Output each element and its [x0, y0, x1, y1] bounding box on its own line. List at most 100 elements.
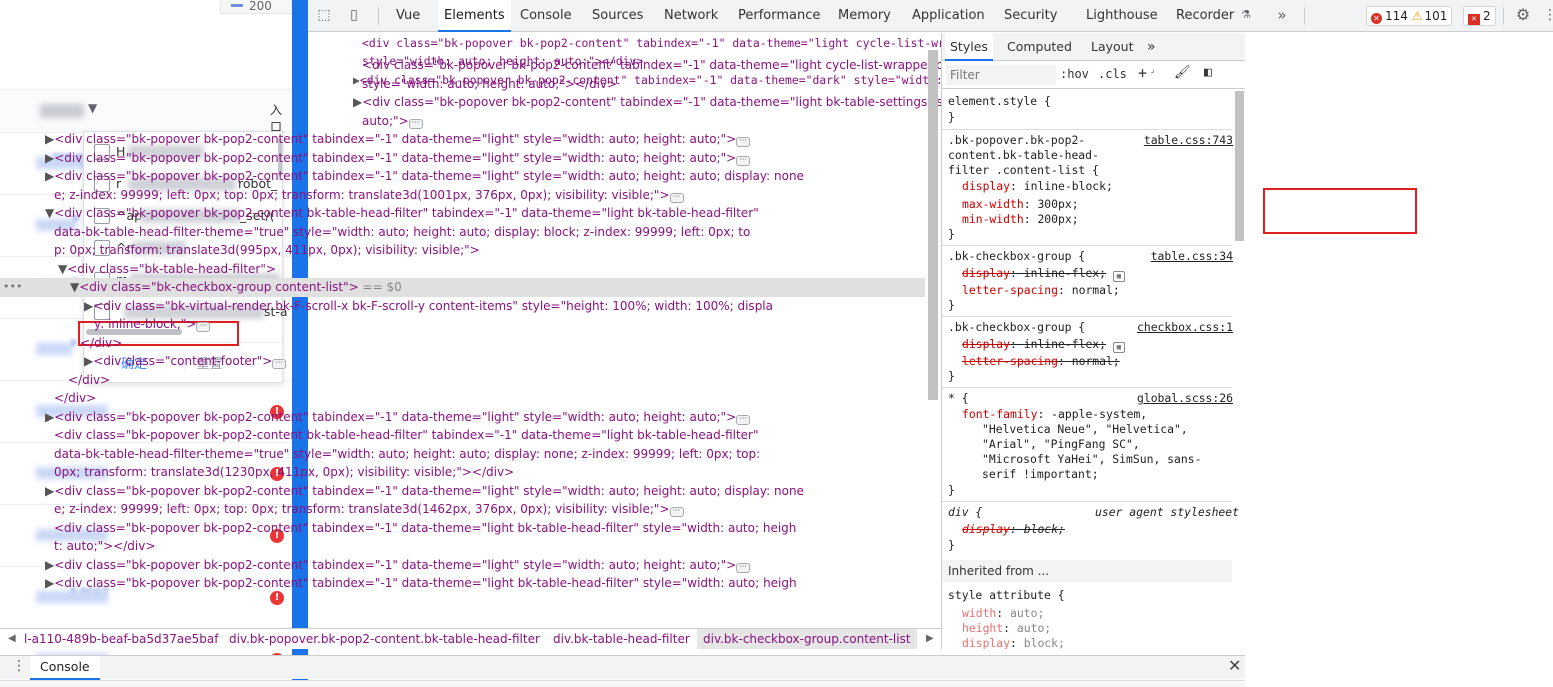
- breadcrumb-item-active[interactable]: div.bk-checkbox-group.content-list: [697, 629, 917, 649]
- rule3-selector[interactable]: .bk-checkbox-group {: [948, 320, 1085, 335]
- dom-node[interactable]: </div>: [0, 371, 925, 390]
- collapsed-children-icon[interactable]: ···: [272, 359, 287, 369]
- cls-toggle[interactable]: .cls: [1098, 67, 1127, 81]
- rule1-selector[interactable]: filter .content-list {: [948, 163, 1099, 178]
- tab-performance[interactable]: Performance: [734, 0, 824, 32]
- dom-node[interactable]: ▶<div class="bk-virtual-render bk-F-scro…: [0, 297, 925, 316]
- drawer-menu-icon[interactable]: ⋮: [12, 658, 26, 674]
- expand-triangle-icon[interactable]: ▶: [45, 558, 54, 572]
- rule4-selector[interactable]: * {: [948, 391, 969, 406]
- tab-sources[interactable]: Sources: [588, 0, 647, 32]
- expand-triangle-icon[interactable]: ▶: [45, 132, 54, 146]
- collapsed-children-icon[interactable]: ···: [196, 322, 211, 332]
- node-actions-icon[interactable]: •••: [3, 278, 22, 297]
- collapsed-children-icon[interactable]: ···: [736, 137, 751, 147]
- rule1-source-link[interactable]: table.css:743: [1144, 133, 1233, 148]
- tab-console[interactable]: Console: [516, 0, 576, 32]
- tab-vue[interactable]: Vue: [392, 0, 424, 32]
- breadcrumb-right-arrow-icon[interactable]: ▶: [926, 629, 934, 649]
- dom-node[interactable]: </div>: [0, 334, 925, 353]
- flexbox-editor-icon[interactable]: ▦: [1112, 342, 1125, 353]
- css-declaration[interactable]: width: auto;: [962, 606, 1044, 621]
- collapse-triangle-icon[interactable]: ▼: [70, 280, 79, 294]
- css-declaration[interactable]: display: inline-flex; ▦: [962, 337, 1125, 353]
- device-toolbar-icon[interactable]: ▯: [346, 7, 362, 23]
- expand-triangle-icon[interactable]: ▶: [45, 169, 54, 183]
- css-declaration[interactable]: display: block;: [962, 636, 1065, 649]
- dom-node[interactable]: ▶<div class="bk-popover bk-pop2-content"…: [0, 149, 925, 168]
- expand-triangle-icon[interactable]: ▶: [45, 484, 54, 498]
- collapsed-children-icon[interactable]: ···: [408, 119, 423, 129]
- css-declaration[interactable]: max-width: 300px;: [962, 197, 1079, 212]
- settings-gear-icon[interactable]: ⚙: [1515, 7, 1531, 23]
- collapse-triangle-icon[interactable]: ▼: [45, 206, 54, 220]
- flexbox-editor-icon[interactable]: ▦: [1112, 271, 1125, 282]
- dom-node[interactable]: </div>: [0, 389, 925, 408]
- breadcrumb-item[interactable]: div.bk-table-head-filter: [553, 629, 690, 649]
- style-attribute-selector[interactable]: style attribute {: [948, 588, 1065, 603]
- dom-node[interactable]: data-bk-table-head-filter-theme="true" s…: [0, 445, 925, 464]
- dom-node[interactable]: <div class="bk-popover bk-pop2-content b…: [0, 426, 925, 445]
- dom-node[interactable]: data-bk-table-head-filter-theme="true" s…: [0, 223, 925, 242]
- drawer-tab-console[interactable]: Console: [30, 656, 100, 680]
- dom-node[interactable]: t: auto;"></div>: [0, 537, 925, 556]
- console-input-strip[interactable]: [0, 680, 1245, 687]
- dom-node[interactable]: y: inline-block;"> ···: [0, 315, 925, 334]
- collapsed-children-icon[interactable]: ···: [736, 563, 751, 573]
- rule1-selector[interactable]: .bk-popover.bk-pop2-: [948, 133, 1085, 148]
- collapsed-children-icon[interactable]: ···: [736, 415, 751, 425]
- breadcrumb-item[interactable]: l-a110-489b-beaf-ba5d37ae5baf: [24, 629, 218, 649]
- close-drawer-icon[interactable]: ✕: [1228, 656, 1241, 675]
- tab-network[interactable]: Network: [660, 0, 722, 32]
- element-style-open[interactable]: element.style {: [948, 94, 1051, 109]
- dom-node[interactable]: e; z-index: 99999; left: 0px; top: 0px; …: [0, 500, 925, 519]
- dom-node[interactable]: ▼<div class="bk-popover bk-pop2-content …: [0, 204, 925, 223]
- hov-toggle[interactable]: :hov: [1060, 67, 1089, 81]
- dom-node[interactable]: ▶<div class="bk-popover bk-pop2-content"…: [0, 408, 925, 427]
- tab-computed[interactable]: Computed: [1002, 33, 1077, 61]
- collapsed-children-icon[interactable]: ···: [736, 156, 751, 166]
- expand-triangle-icon[interactable]: ▶: [45, 151, 54, 165]
- rule5-selector[interactable]: div {: [948, 505, 982, 520]
- rule3-source-link[interactable]: checkbox.css:1: [1137, 320, 1233, 335]
- dom-node[interactable]: ▶<div class="bk-popover bk-pop2-content"…: [0, 574, 925, 593]
- tab-elements[interactable]: Elements: [438, 0, 511, 32]
- rule1-selector[interactable]: content.bk-table-head-: [948, 148, 1099, 163]
- dom-tree-scrollbar[interactable]: [928, 50, 938, 400]
- toggle-sidebar-icon[interactable]: ◧: [1204, 65, 1212, 80]
- more-tabs-button[interactable]: »: [1274, 7, 1290, 23]
- css-declaration[interactable]: min-width: 200px;: [962, 212, 1079, 227]
- tab-layout[interactable]: Layout: [1086, 33, 1139, 61]
- dom-node[interactable]: 0px; transform: translate3d(1230px, 411p…: [0, 463, 925, 482]
- tab-lighthouse[interactable]: Lighthouse: [1082, 0, 1162, 32]
- css-declaration[interactable]: letter-spacing: normal;: [962, 283, 1120, 298]
- styles-filter-input[interactable]: [946, 65, 1056, 85]
- dom-node[interactable]: ▶<div class="bk-popover bk-pop2-content"…: [0, 130, 925, 149]
- dom-node[interactable]: ▼<div class="bk-table-head-filter">: [0, 260, 925, 279]
- collapsed-children-icon[interactable]: ···: [669, 507, 684, 517]
- tab-memory[interactable]: Memory: [834, 0, 895, 32]
- expand-triangle-icon[interactable]: ▶: [84, 299, 93, 313]
- expand-triangle-icon[interactable]: ▶: [45, 576, 54, 590]
- collapse-triangle-icon[interactable]: ▼: [58, 262, 67, 276]
- dom-node-selected[interactable]: ••• ▼<div class="bk-checkbox-group conten…: [0, 278, 925, 297]
- rule4-source-link[interactable]: global.scss:26: [1137, 391, 1233, 406]
- new-rule-plus-icon[interactable]: +: [1138, 64, 1147, 82]
- tab-security[interactable]: Security: [1000, 0, 1061, 32]
- errors-warnings-badge[interactable]: ✕ 114 ⚠ 101: [1366, 6, 1453, 26]
- dom-node[interactable]: ▶<div class="bk-popover bk-pop2-content"…: [0, 482, 925, 501]
- css-declaration[interactable]: display: inline-block;: [962, 179, 1113, 194]
- collapsed-children-icon[interactable]: ···: [669, 193, 684, 203]
- paint-brush-icon[interactable]: 🖌: [1174, 65, 1191, 80]
- inspect-element-icon[interactable]: ⬚: [316, 7, 332, 23]
- more-styles-tabs[interactable]: »: [1142, 33, 1161, 61]
- tab-recorder[interactable]: Recorder: [1172, 0, 1238, 32]
- dom-node[interactable]: ▶<div class="bk-popover bk-pop2-content"…: [0, 556, 925, 575]
- css-declaration[interactable]: font-family: -apple-system,: [962, 407, 1147, 422]
- rule2-source-link[interactable]: table.css:34: [1151, 249, 1233, 264]
- dom-node[interactable]: ▶<div class="bk-popover bk-pop2-content"…: [0, 167, 925, 186]
- styles-scrollbar[interactable]: [1235, 91, 1244, 241]
- rule2-selector[interactable]: .bk-checkbox-group {: [948, 249, 1085, 264]
- css-declaration[interactable]: height: auto;: [962, 621, 1051, 636]
- tab-styles[interactable]: Styles: [945, 33, 993, 61]
